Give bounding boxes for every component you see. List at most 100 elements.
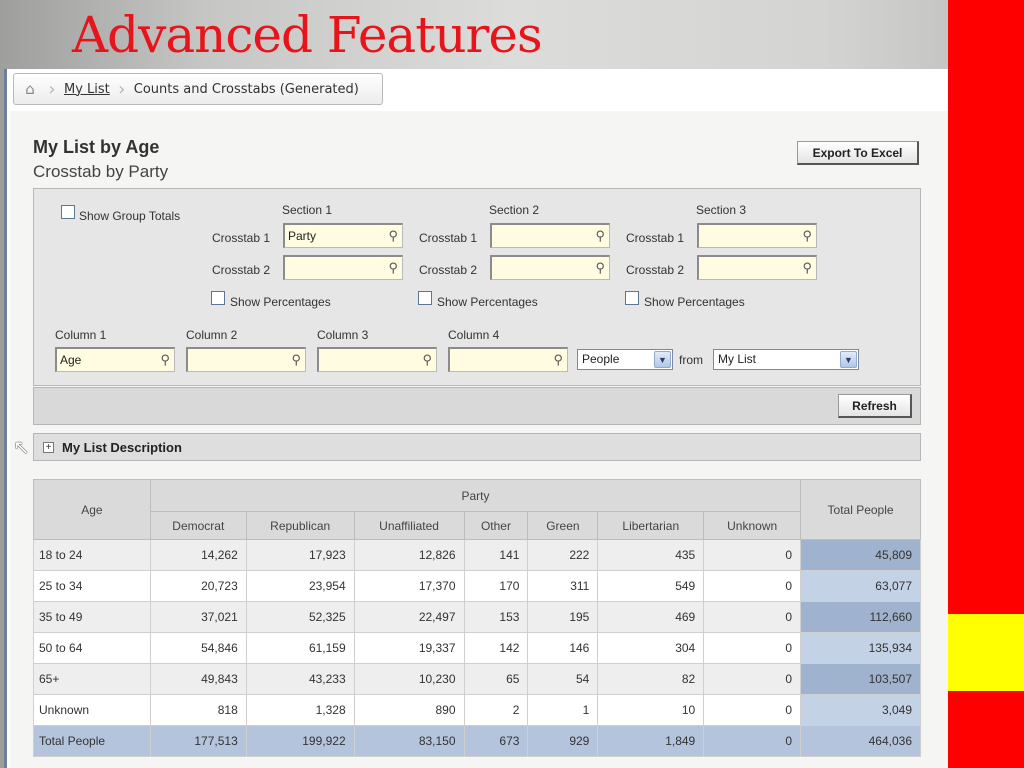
lookup-icon[interactable]: ⚲ xyxy=(291,352,301,368)
section-1-crosstab-1-label: Crosstab 1 xyxy=(212,231,271,245)
lookup-icon[interactable]: ⚲ xyxy=(595,260,605,276)
section-3-show-percentages-checkbox[interactable] xyxy=(625,291,639,305)
refresh-button[interactable]: Refresh xyxy=(838,394,912,418)
row-label: 25 to 34 xyxy=(33,570,151,602)
table-cell: 1 xyxy=(527,694,599,726)
lookup-icon[interactable]: ⚲ xyxy=(388,228,398,244)
section-1-crosstab-2-label: Crosstab 2 xyxy=(212,263,271,277)
breadcrumb-my-list[interactable]: My List xyxy=(58,82,116,97)
list-select[interactable]: My List ▼ xyxy=(713,349,859,370)
row-header-age: Age xyxy=(33,479,151,540)
table-cell: 0 xyxy=(703,539,802,571)
table-cell: 19,337 xyxy=(353,632,465,664)
section-2-title: Section 2 xyxy=(489,203,540,217)
page-subtitle: Crosstab by Party xyxy=(33,162,169,181)
row-total-cell: 135,934 xyxy=(800,632,921,664)
table-cell: 0 xyxy=(703,570,802,602)
page-title: My List by Age xyxy=(33,137,160,157)
section-1-show-percentages-checkbox[interactable] xyxy=(211,291,225,305)
slide-title: Advanced Features xyxy=(72,6,543,64)
table-cell: 141 xyxy=(463,539,529,571)
crosstab-table: Age Party Total People Democrat Republica… xyxy=(33,479,921,757)
table-cell: 37,021 xyxy=(149,601,247,633)
table-cell: 0 xyxy=(703,694,802,726)
table-cell: 549 xyxy=(597,570,705,602)
crosstab-options-panel: Show Group Totals Section 1 Crosstab 1 P… xyxy=(33,188,921,386)
section-3-crosstab-2-field[interactable]: ⚲ xyxy=(697,255,817,280)
list-description-toggle[interactable]: + My List Description xyxy=(33,433,921,461)
section-1-crosstab-1-field[interactable]: Party ⚲ xyxy=(283,223,403,248)
total-cell: 1,849 xyxy=(597,725,705,757)
column-3-field[interactable]: ⚲ xyxy=(317,347,437,372)
lookup-icon[interactable]: ⚲ xyxy=(802,260,812,276)
table-cell: 304 xyxy=(597,632,705,664)
table-row: 25 to 34 20,723 23,954 17,370 170 311 549 0 63,0… xyxy=(33,570,921,602)
table-cell: 23,954 xyxy=(245,570,355,602)
chevron-right-icon: › xyxy=(48,78,56,100)
chevron-down-icon[interactable]: ▼ xyxy=(840,351,857,368)
column-4-field[interactable]: ⚲ xyxy=(448,347,568,372)
lookup-icon[interactable]: ⚲ xyxy=(553,352,563,368)
section-1-title: Section 1 xyxy=(282,203,333,217)
row-total-cell: 63,077 xyxy=(800,570,921,602)
section-3-crosstab-1-field[interactable]: ⚲ xyxy=(697,223,817,248)
refresh-bar: Refresh xyxy=(33,387,921,425)
count-type-select[interactable]: People ▼ xyxy=(577,349,673,370)
section-2-show-percentages-checkbox[interactable] xyxy=(418,291,432,305)
column-3-label: Column 3 xyxy=(317,328,369,342)
column-header: Other xyxy=(463,511,529,540)
row-label: Unknown xyxy=(33,694,151,726)
section-2-crosstab-2-field[interactable]: ⚲ xyxy=(490,255,610,280)
lookup-icon[interactable]: ⚲ xyxy=(595,228,605,244)
show-group-totals-checkbox[interactable] xyxy=(61,205,75,219)
table-cell: 170 xyxy=(463,570,529,602)
totals-row: Total People 177,513 199,922 83,150 673 929 1,… xyxy=(33,725,921,757)
section-2-crosstab-1-field[interactable]: ⚲ xyxy=(490,223,610,248)
breadcrumb: ⌂ › My List › Counts and Crosstabs (Gene… xyxy=(13,73,383,105)
lookup-icon[interactable]: ⚲ xyxy=(160,352,170,368)
lookup-icon[interactable]: ⚲ xyxy=(422,352,432,368)
column-1-field[interactable]: Age ⚲ xyxy=(55,347,175,372)
section-3-show-percentages-label: Show Percentages xyxy=(644,295,745,309)
section-3-crosstab-1-label: Crosstab 1 xyxy=(626,231,685,245)
breadcrumb-current: Counts and Crosstabs (Generated) xyxy=(133,81,359,97)
window-edge xyxy=(4,69,7,768)
show-group-totals-label: Show Group Totals xyxy=(79,209,181,223)
column-2-field[interactable]: ⚲ xyxy=(186,347,306,372)
chevron-right-icon: › xyxy=(118,78,126,100)
column-1-value: Age xyxy=(60,353,82,367)
column-header-total: Total People xyxy=(800,479,921,540)
chevron-down-icon[interactable]: ▼ xyxy=(654,351,671,368)
table-cell: 52,325 xyxy=(245,601,355,633)
table-cell: 20,723 xyxy=(149,570,247,602)
section-1-show-percentages-label: Show Percentages xyxy=(230,295,331,309)
lookup-icon[interactable]: ⚲ xyxy=(388,260,398,276)
column-4-label: Column 4 xyxy=(448,328,500,342)
lookup-icon[interactable]: ⚲ xyxy=(802,228,812,244)
section-3-title: Section 3 xyxy=(696,203,747,217)
section-2-crosstab-2-label: Crosstab 2 xyxy=(419,263,478,277)
table-cell: 12,826 xyxy=(353,539,465,571)
row-total-cell: 45,809 xyxy=(800,539,921,571)
table-row: 18 to 24 14,262 17,923 12,826 141 222 435 0 45,8… xyxy=(33,539,921,571)
table-cell: 43,233 xyxy=(245,663,355,695)
export-to-excel-button[interactable]: Export To Excel xyxy=(797,141,919,165)
home-icon[interactable]: ⌂ xyxy=(14,74,46,104)
table-cell: 2 xyxy=(463,694,529,726)
table-cell: 22,497 xyxy=(353,601,465,633)
table-cell: 311 xyxy=(527,570,599,602)
total-cell: 0 xyxy=(703,725,802,757)
table-cell: 195 xyxy=(527,601,599,633)
group-header-party: Party xyxy=(149,479,802,512)
table-cell: 153 xyxy=(463,601,529,633)
app-screenshot: ⌂ › My List › Counts and Crosstabs (Gene… xyxy=(4,69,948,768)
table-cell: 17,923 xyxy=(245,539,355,571)
expand-icon[interactable]: + xyxy=(43,441,54,453)
table-cell: 0 xyxy=(703,632,802,664)
row-label: 65+ xyxy=(33,663,151,695)
row-label: Total People xyxy=(33,725,151,757)
table-cell: 17,370 xyxy=(353,570,465,602)
table-cell: 0 xyxy=(703,601,802,633)
table-cell: 10 xyxy=(597,694,705,726)
section-1-crosstab-2-field[interactable]: ⚲ xyxy=(283,255,403,280)
